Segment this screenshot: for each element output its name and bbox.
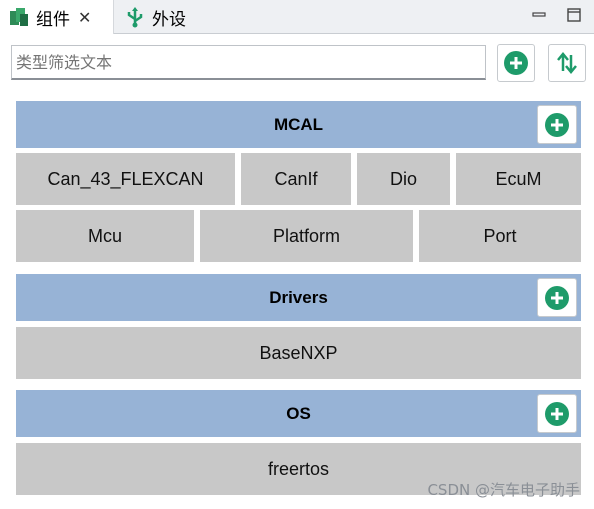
filter-input[interactable]	[11, 45, 486, 80]
tab-peripherals-label: 外设	[152, 9, 186, 30]
module-mcu[interactable]: Mcu	[16, 210, 194, 262]
view-tab-bar: 组件 ✕ 外设	[0, 0, 594, 34]
group-header-mcal: MCAL	[16, 101, 581, 148]
add-module-button[interactable]	[537, 394, 577, 433]
add-component-button[interactable]	[497, 44, 535, 82]
module-basenxp[interactable]: BaseNXP	[16, 327, 581, 379]
group-title: Drivers	[269, 287, 328, 307]
plus-circle-icon	[504, 51, 528, 75]
group-title: MCAL	[273, 114, 324, 134]
watermark: CSDN @汽车电子助手	[427, 481, 580, 499]
group-header-drivers: Drivers	[16, 274, 581, 321]
add-module-button[interactable]	[537, 278, 577, 317]
plus-circle-icon	[545, 112, 569, 137]
group-title: OS	[286, 403, 311, 423]
plus-circle-icon	[545, 401, 569, 426]
module-ecum[interactable]: EcuM	[456, 153, 581, 205]
module-dio[interactable]: Dio	[357, 153, 450, 205]
components-icon	[8, 6, 30, 28]
tab-components[interactable]: 组件 ✕	[0, 0, 114, 34]
sort-icon	[557, 52, 577, 74]
tab-components-label: 组件	[36, 9, 70, 30]
module-can-43-flexcan[interactable]: Can_43_FLEXCAN	[16, 153, 235, 205]
minimize-icon[interactable]	[531, 7, 547, 23]
sort-button[interactable]	[548, 44, 586, 82]
plus-circle-icon	[545, 285, 569, 310]
close-icon[interactable]: ✕	[78, 8, 91, 27]
group-header-os: OS	[16, 390, 581, 437]
module-port[interactable]: Port	[419, 210, 581, 262]
module-canif[interactable]: CanIf	[241, 153, 351, 205]
add-module-button[interactable]	[537, 105, 577, 144]
module-platform[interactable]: Platform	[200, 210, 413, 262]
tab-peripherals[interactable]: 外设	[118, 0, 186, 34]
maximize-icon[interactable]	[566, 7, 582, 23]
usb-icon	[124, 6, 146, 28]
